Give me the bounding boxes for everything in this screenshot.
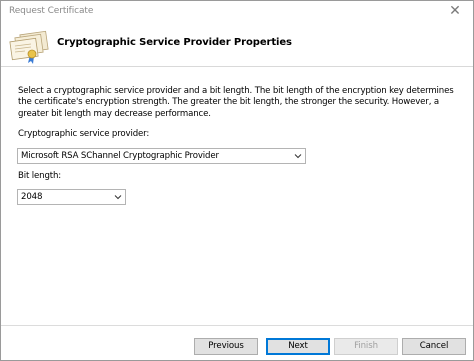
close-icon[interactable]: ✕: [446, 2, 464, 20]
header-divider: [1, 66, 473, 67]
dialog-window: Request Certificate ✕ Cryptographic Serv…: [0, 0, 474, 361]
finish-button[interactable]: Finish: [334, 338, 398, 355]
provider-select-value: Microsoft RSA SChannel Cryptographic Pro…: [21, 151, 219, 161]
cancel-button[interactable]: Cancel: [402, 338, 466, 355]
page-title: Cryptographic Service Provider Propertie…: [57, 37, 292, 48]
provider-label: Cryptographic service provider:: [18, 129, 150, 139]
chevron-down-icon: [114, 195, 122, 200]
previous-button[interactable]: Previous: [194, 338, 258, 355]
wizard-header: Cryptographic Service Provider Propertie…: [1, 23, 473, 65]
window-title: Request Certificate: [9, 6, 94, 16]
bit-length-label: Bit length:: [18, 171, 62, 181]
footer-divider: [1, 325, 473, 326]
bit-length-select[interactable]: 2048: [17, 189, 126, 205]
next-button[interactable]: Next: [266, 338, 330, 355]
description-text: Select a cryptographic service provider …: [18, 86, 454, 119]
provider-select[interactable]: Microsoft RSA SChannel Cryptographic Pro…: [17, 148, 306, 164]
bit-length-select-value: 2048: [21, 192, 43, 202]
title-bar[interactable]: Request Certificate ✕: [1, 1, 473, 23]
certificate-icon: [9, 30, 49, 64]
chevron-down-icon: [294, 154, 302, 159]
